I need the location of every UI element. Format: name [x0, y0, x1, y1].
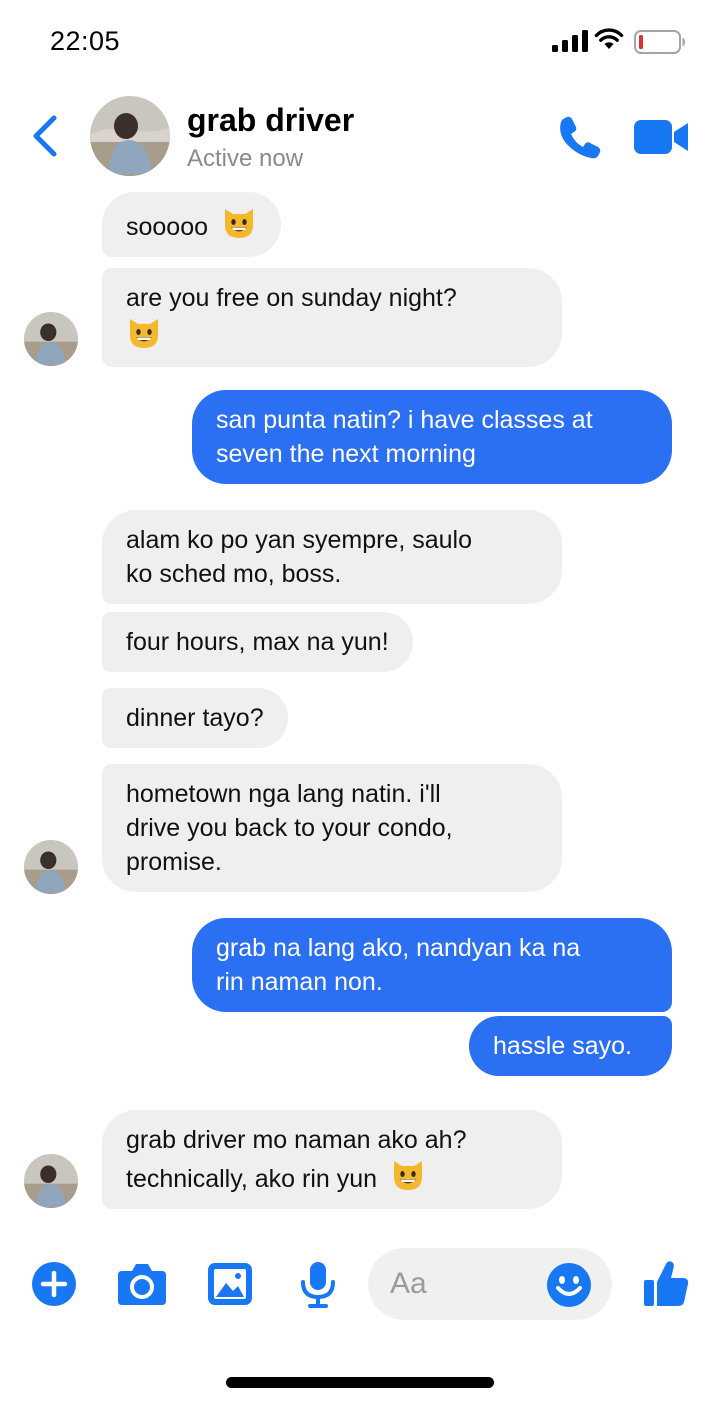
chat-header: grab driver Active now [0, 88, 720, 188]
video-call-icon[interactable] [632, 118, 690, 156]
status-bar: 22:05 [0, 0, 720, 80]
message-text: grab driver mo naman ako ah? [126, 1126, 467, 1154]
grinning-cat-emoji [224, 209, 253, 238]
message-incoming[interactable]: alam ko po yan syempre, saulo ko sched m… [102, 510, 562, 604]
message-text: san punta natin? i have classes at [216, 406, 593, 434]
message-text: technically, ako rin yun [126, 1165, 378, 1193]
message-input-box[interactable] [368, 1248, 612, 1320]
gallery-icon[interactable] [206, 1261, 254, 1307]
message-text: dinner tayo? [126, 704, 264, 732]
plus-icon[interactable] [31, 1261, 77, 1307]
message-text: rin naman non. [216, 968, 383, 996]
message-text: promise. [126, 848, 222, 876]
battery-icon [634, 30, 685, 54]
home-indicator[interactable] [226, 1377, 494, 1388]
back-arrow-icon[interactable] [28, 112, 62, 160]
message-text: hassle sayo. [493, 1032, 632, 1060]
message-outgoing[interactable]: hassle sayo. [469, 1016, 672, 1076]
message-incoming[interactable]: sooooo [102, 192, 281, 257]
message-incoming[interactable]: four hours, max na yun! [102, 612, 413, 672]
message-outgoing[interactable]: grab na lang ako, nandyan ka na rin nama… [192, 918, 672, 1012]
camera-icon[interactable] [116, 1261, 168, 1307]
message-text: hometown nga lang natin. i'll [126, 780, 441, 808]
message-incoming[interactable]: dinner tayo? [102, 688, 288, 748]
message-composer [0, 1240, 720, 1332]
message-text: ko sched mo, boss. [126, 560, 342, 588]
message-input[interactable] [390, 1264, 540, 1304]
message-incoming[interactable]: grab driver mo naman ako ah? technically… [102, 1110, 562, 1209]
cellular-signal-icon [552, 30, 588, 52]
sender-avatar[interactable] [24, 312, 78, 366]
message-text: alam ko po yan syempre, saulo [126, 526, 473, 554]
microphone-icon[interactable] [298, 1260, 338, 1310]
message-outgoing[interactable]: san punta natin? i have classes at seven… [192, 390, 672, 484]
message-text: grab na lang ako, nandyan ka na [216, 934, 581, 962]
message-incoming[interactable]: are you free on sunday night? [102, 268, 562, 367]
message-text: four hours, max na yun! [126, 628, 389, 656]
phone-call-icon[interactable] [556, 114, 604, 160]
sender-avatar[interactable] [24, 1154, 78, 1208]
message-text: sooooo [126, 213, 209, 241]
contact-name: grab driver [187, 102, 355, 138]
grinning-cat-emoji [130, 319, 158, 348]
message-text: are you free on sunday night? [126, 284, 457, 312]
status-time: 22:05 [50, 26, 121, 56]
message-text: seven the next morning [216, 440, 476, 468]
message-text: drive you back to your condo, [126, 814, 453, 842]
grinning-cat-emoji [394, 1161, 423, 1190]
message-incoming[interactable]: hometown nga lang natin. i'll drive you … [102, 764, 562, 892]
sender-avatar[interactable] [24, 840, 78, 894]
emoji-icon[interactable] [546, 1262, 592, 1308]
contact-status: Active now [187, 145, 304, 172]
wifi-icon [594, 28, 624, 49]
thumbs-up-icon[interactable] [642, 1258, 690, 1308]
contact-avatar[interactable] [90, 96, 170, 176]
